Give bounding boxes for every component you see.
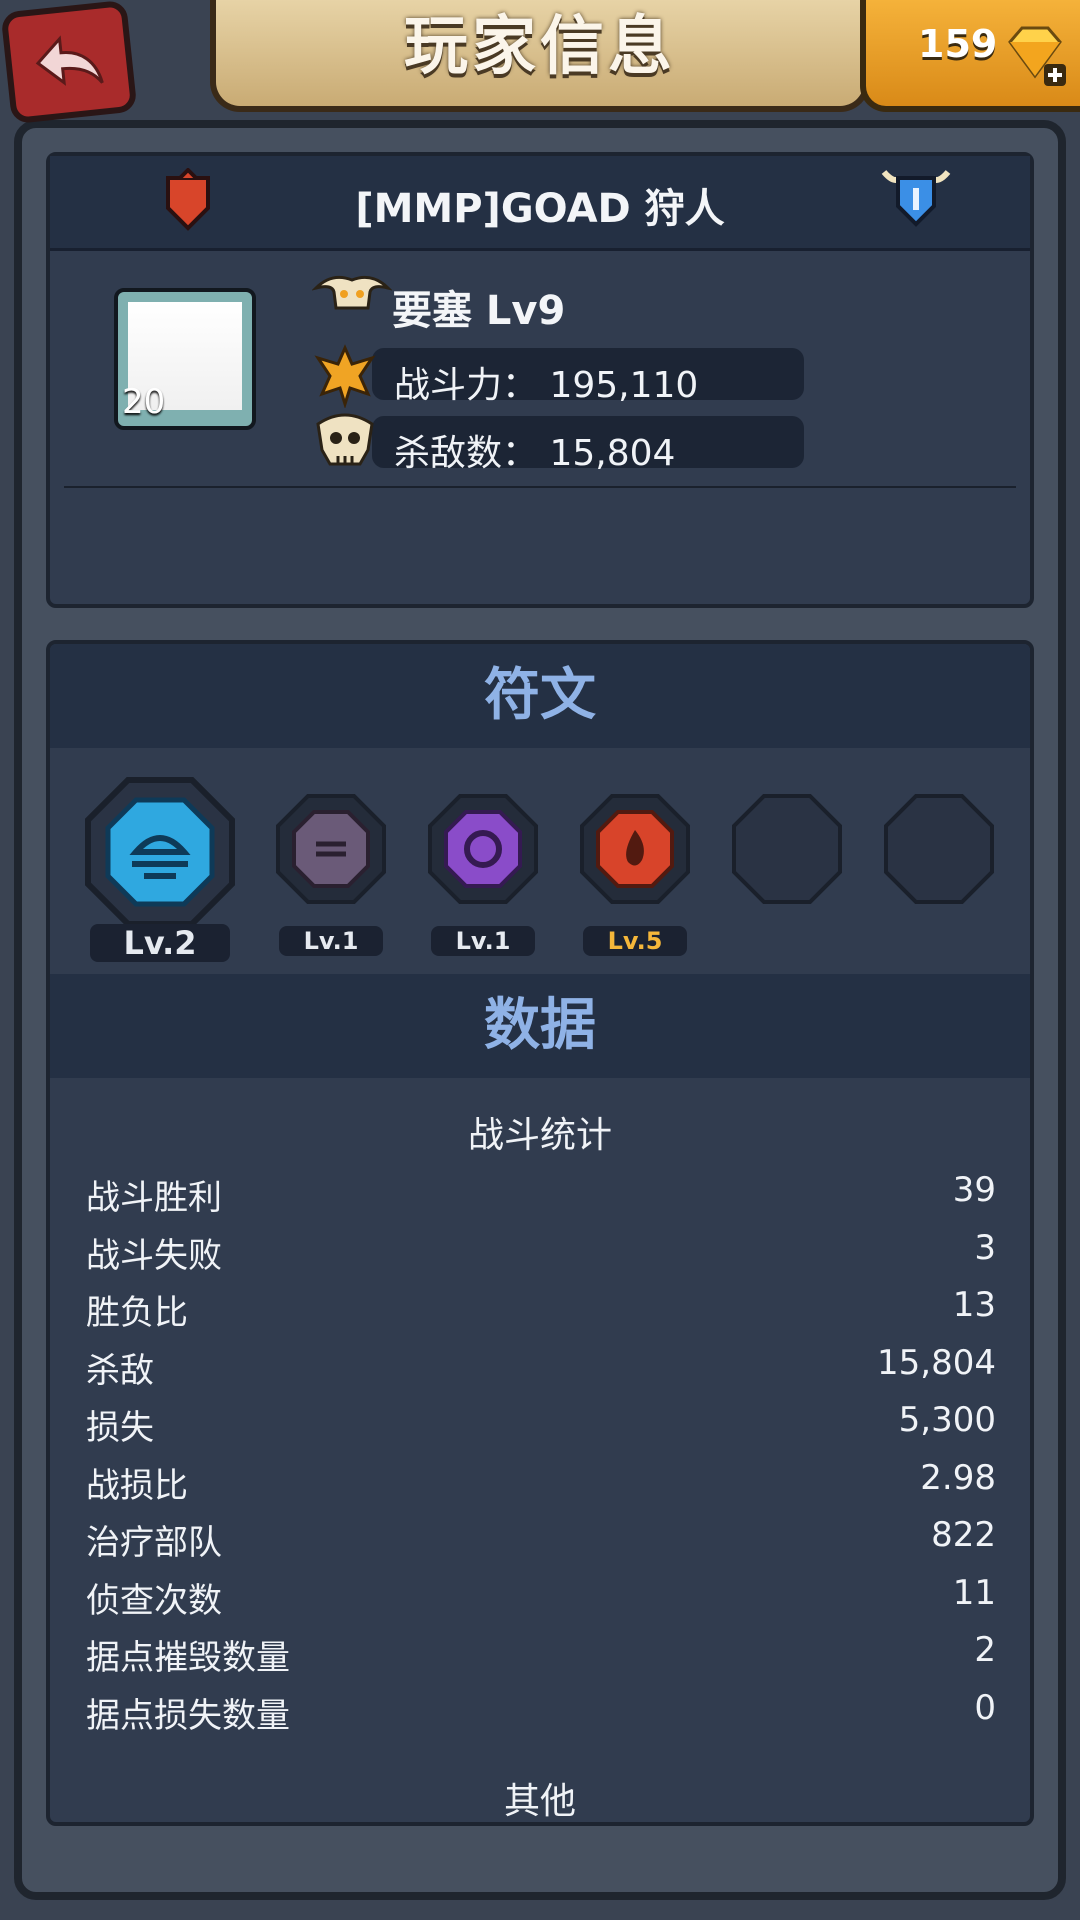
back-button[interactable]: [0, 0, 138, 125]
gem-icon: [1008, 26, 1066, 86]
stat-row: 战斗胜利 39: [86, 1170, 996, 1228]
stat-label: 战损比: [86, 1465, 188, 1506]
gem-count: 159: [918, 22, 998, 66]
stat-row: 治疗部队 822: [86, 1515, 996, 1573]
runes-title: 符文: [484, 663, 596, 728]
stat-value: 15,804: [877, 1342, 996, 1383]
stat-label: 据点摧毁数量: [86, 1638, 290, 1678]
stat-value: 13: [952, 1285, 996, 1325]
rune-slot-4[interactable]: [576, 790, 694, 908]
stat-row: 胜负比 13: [86, 1285, 996, 1343]
runes-header: 符文: [50, 644, 1030, 748]
stat-label: 损失: [86, 1408, 154, 1448]
stat-row: 战斗失败 3: [86, 1228, 996, 1286]
stat-label: 治疗部队: [86, 1523, 222, 1563]
stat-row: 侦查次数 11: [86, 1573, 996, 1631]
phoenix-power-icon: [314, 344, 376, 408]
fortress-skull-icon: [312, 275, 392, 310]
rune-level-1: Lv.2: [90, 924, 230, 962]
skull-kills-icon: [316, 413, 374, 466]
divider: [64, 486, 1016, 488]
power-text: 战斗力： 195,110: [394, 356, 698, 408]
rune-level-3: Lv.1: [431, 926, 535, 956]
rank-shield-icon[interactable]: [880, 166, 952, 232]
fortress-level: 要塞 Lv9: [392, 288, 566, 334]
player-panel: [MMP]GOAD 狩人 20 要塞 Lv9 战斗力： 195,110 杀敌数：…: [46, 152, 1034, 608]
stat-value: 822: [931, 1515, 996, 1555]
battle-stats-title: 战斗统计: [467, 1115, 612, 1156]
battle-stats-list: 战斗胜利 39 战斗失败 3 胜负比 13 杀敌 15,804 损失 5,300…: [86, 1170, 996, 1745]
page-title: 玩家信息: [404, 10, 676, 84]
back-arrow-icon: [35, 35, 104, 86]
stat-row: 据点损失数量 0: [86, 1688, 996, 1746]
stat-row: 杀敌 15,804: [86, 1343, 996, 1401]
stat-label: 侦查次数: [86, 1580, 222, 1621]
stat-row: 损失 5,300: [86, 1400, 996, 1458]
info-panel: 符文 Lv.2 Lv.1 Lv.1 Lv.5 数据 战斗统计 战斗胜利 39 战…: [46, 640, 1034, 1826]
stat-value: 2: [974, 1630, 996, 1670]
power-label: 战斗力：: [394, 365, 539, 406]
player-avatar[interactable]: 20: [114, 288, 256, 430]
stat-value: 0: [974, 1687, 996, 1728]
gem-counter[interactable]: 159: [860, 0, 1080, 112]
kills-text: 杀敌数： 15,804: [394, 424, 675, 476]
stat-label: 战斗失败: [86, 1235, 222, 1276]
stat-value: 11: [952, 1572, 996, 1613]
data-header: 数据: [50, 974, 1030, 1078]
avatar-level: 20: [122, 382, 166, 422]
stat-value: 5,300: [898, 1400, 996, 1440]
rune-slot-5-empty[interactable]: [728, 790, 846, 908]
stat-value: 2.98: [920, 1457, 996, 1498]
kills-label: 杀敌数：: [394, 433, 539, 474]
title-banner: 玩家信息: [210, 0, 870, 112]
stat-label: 杀敌: [86, 1350, 154, 1391]
stat-label: 据点损失数量: [86, 1695, 290, 1736]
data-title: 数据: [484, 993, 596, 1058]
rune-slot-6-empty[interactable]: [880, 790, 998, 908]
other-stats-title: 其他: [503, 1781, 576, 1822]
stat-label: 战斗胜利: [86, 1178, 222, 1218]
power-value: 195,110: [549, 365, 699, 406]
rune-slot-2[interactable]: [272, 790, 390, 908]
stat-row: 据点摧毁数量 2: [86, 1630, 996, 1688]
stat-label: 胜负比: [86, 1293, 188, 1333]
stat-value: 39: [952, 1170, 996, 1210]
kills-value: 15,804: [549, 433, 676, 474]
stat-row: 战损比 2.98: [86, 1458, 996, 1516]
player-name-bar: [MMP]GOAD 狩人: [50, 156, 1030, 251]
stat-value: 3: [974, 1227, 996, 1268]
rune-slot-1[interactable]: [80, 772, 240, 932]
rune-level-2: Lv.1: [279, 926, 383, 956]
rune-level-4: Lv.5: [583, 926, 687, 956]
rune-slot-3[interactable]: [424, 790, 542, 908]
